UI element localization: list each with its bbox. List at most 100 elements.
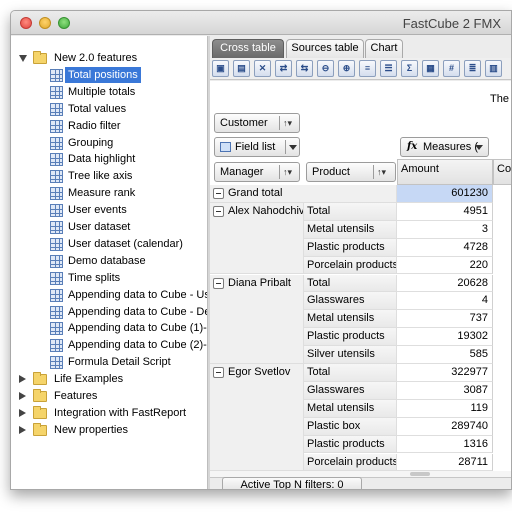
tree-item-label: Appending data to Cube (1)- F [68, 322, 207, 335]
measures-field[interactable]: fx Measures ( [400, 137, 489, 157]
tree-item[interactable]: Appending data to Cube - Use [11, 287, 207, 304]
tree-item[interactable]: Multiple totals [11, 84, 207, 101]
manager-name: Diana Pribalt [228, 276, 291, 289]
manager-row-header[interactable]: Alex Nahodchiv [210, 202, 304, 275]
swap-icon[interactable]: ⇆ [296, 60, 313, 77]
product-row-header[interactable]: Total [304, 274, 397, 293]
collapse-icon[interactable] [213, 367, 224, 378]
tree-item[interactable]: Time splits [11, 270, 207, 287]
highlight-icon[interactable]: ▦ [422, 60, 439, 77]
product-row-header[interactable]: Glasswares [304, 292, 397, 311]
product-row-header[interactable]: Glasswares [304, 381, 397, 400]
minimize-window-button[interactable] [39, 17, 51, 29]
top-n-filters-button[interactable]: Active Top N filters: 0 [222, 477, 362, 489]
product-row-header[interactable]: Porcelain products [304, 453, 397, 471]
expand-icon[interactable]: ⊖ [317, 60, 334, 77]
close-window-button[interactable] [20, 17, 32, 29]
product-row-header[interactable]: Metal utensils [304, 399, 397, 418]
examples-tree[interactable]: New 2.0 features Total positions Multiple … [11, 36, 207, 489]
collapse-icon[interactable] [213, 188, 224, 199]
tree-item[interactable]: Data highlight [11, 151, 207, 168]
customer-column-field[interactable]: Customer ↑▾ [214, 113, 300, 133]
tree-item-label: Appending data to Cube - Dem [68, 305, 207, 318]
cube-icon [50, 187, 63, 201]
tab-sources-table[interactable]: Sources table [286, 39, 364, 58]
tree-item[interactable]: Life Examples [11, 371, 207, 388]
format-icon[interactable]: # [443, 60, 460, 77]
tree-item[interactable]: Measure rank [11, 185, 207, 202]
tree-item[interactable]: Demo database [11, 253, 207, 270]
tree-item[interactable]: Total positions [11, 66, 207, 84]
product-row-header[interactable]: Porcelain products [304, 256, 397, 275]
manager-row-field[interactable]: Manager ↑▾ [214, 162, 300, 182]
window-title: FastCube 2 FMX [402, 16, 501, 31]
product-row-header[interactable]: Plastic products [304, 238, 397, 257]
tree-item[interactable]: Features [11, 388, 207, 405]
scrollbar-thumb[interactable] [410, 472, 430, 476]
product-row-header[interactable]: Total [304, 202, 397, 221]
tree-item[interactable]: User dataset (calendar) [11, 236, 207, 253]
manager-row-header[interactable]: Egor Svetlov [210, 364, 304, 471]
disclosure-closed-icon[interactable] [19, 425, 26, 434]
tree-item-label: Data highlight [68, 153, 136, 166]
open-icon[interactable]: ▤ [233, 60, 250, 77]
cost-column-header[interactable]: Cos [493, 159, 511, 185]
tree-item[interactable]: User dataset [11, 219, 207, 236]
tree-item[interactable]: Appending data to Cube (2)- F [11, 337, 207, 354]
product-row-header[interactable]: Metal utensils [304, 220, 397, 239]
tree-item[interactable]: Appending data to Cube (1)- F [11, 320, 207, 337]
close-icon[interactable]: ✕ [254, 60, 271, 77]
product-row-header[interactable]: Total [304, 364, 397, 382]
cube-icon [50, 237, 63, 251]
sort-order-icon[interactable]: ↑▾ [283, 114, 292, 132]
sort-icon[interactable]: ≡ [359, 60, 376, 77]
transpose-icon[interactable]: ⇄ [275, 60, 292, 77]
tree-item[interactable]: Formula Detail Script [11, 354, 207, 371]
cube-icon [50, 339, 63, 353]
tree-item[interactable]: New properties [11, 422, 207, 439]
tab-cross-table[interactable]: Cross table [212, 39, 284, 58]
collapse-icon[interactable] [213, 205, 224, 217]
product-row-header[interactable]: Silver utensils [304, 346, 397, 364]
tree-item[interactable]: New 2.0 features [11, 50, 207, 67]
collapse-icon[interactable]: ⊕ [338, 60, 355, 77]
chevron-down-icon[interactable] [475, 145, 483, 150]
disclosure-closed-icon[interactable] [19, 408, 26, 417]
product-row-header[interactable]: Metal utensils [304, 310, 397, 329]
manager-row-header[interactable]: Diana Pribalt [210, 274, 304, 364]
tree-item-label: Grouping [68, 136, 114, 149]
grand-total-row-header[interactable]: Grand total [210, 185, 397, 203]
sort-order-icon[interactable]: ↑▾ [377, 163, 386, 181]
collapse-icon[interactable] [213, 277, 224, 289]
product-row-header[interactable]: Plastic box [304, 417, 397, 436]
filter-icon[interactable]: ≣ [464, 60, 481, 77]
amount-column-header[interactable]: Amount [397, 159, 493, 185]
tree-item[interactable]: Total values [11, 101, 207, 118]
tree-item[interactable]: Tree like axis [11, 168, 207, 185]
chevron-down-icon[interactable] [289, 145, 297, 150]
tree-item[interactable]: Grouping [11, 135, 207, 152]
tab-chart[interactable]: Chart [365, 39, 403, 58]
field-list-icon [220, 142, 231, 152]
product-row-field[interactable]: Product ↑▾ [306, 162, 396, 182]
disclosure-open-icon[interactable] [19, 55, 27, 62]
tree-item-label: Demo database [68, 254, 146, 267]
refresh-icon[interactable]: ▥ [485, 60, 502, 77]
tree-item[interactable]: Integration with FastReport [11, 405, 207, 422]
tree-item[interactable]: Appending data to Cube - Dem [11, 304, 207, 321]
save-icon[interactable]: ▣ [212, 60, 229, 77]
field-list-button[interactable]: Field list [214, 137, 300, 157]
tree-item[interactable]: Radio filter [11, 118, 207, 135]
sum-icon[interactable]: Σ [401, 60, 418, 77]
cross-table-grid: The ana Customer ↑▾ Field list fx Measur… [210, 81, 511, 471]
list-icon[interactable]: ☰ [380, 60, 397, 77]
disclosure-closed-icon[interactable] [19, 375, 26, 384]
amount-value-cell: 220 [397, 256, 493, 275]
manager-name: Alex Nahodchiv [228, 204, 304, 217]
product-row-header[interactable]: Plastic products [304, 435, 397, 454]
disclosure-closed-icon[interactable] [19, 392, 26, 400]
sort-order-icon[interactable]: ↑▾ [283, 163, 292, 181]
maximize-window-button[interactable] [58, 17, 70, 29]
tree-item[interactable]: User events [11, 202, 207, 219]
product-row-header[interactable]: Plastic products [304, 328, 397, 347]
